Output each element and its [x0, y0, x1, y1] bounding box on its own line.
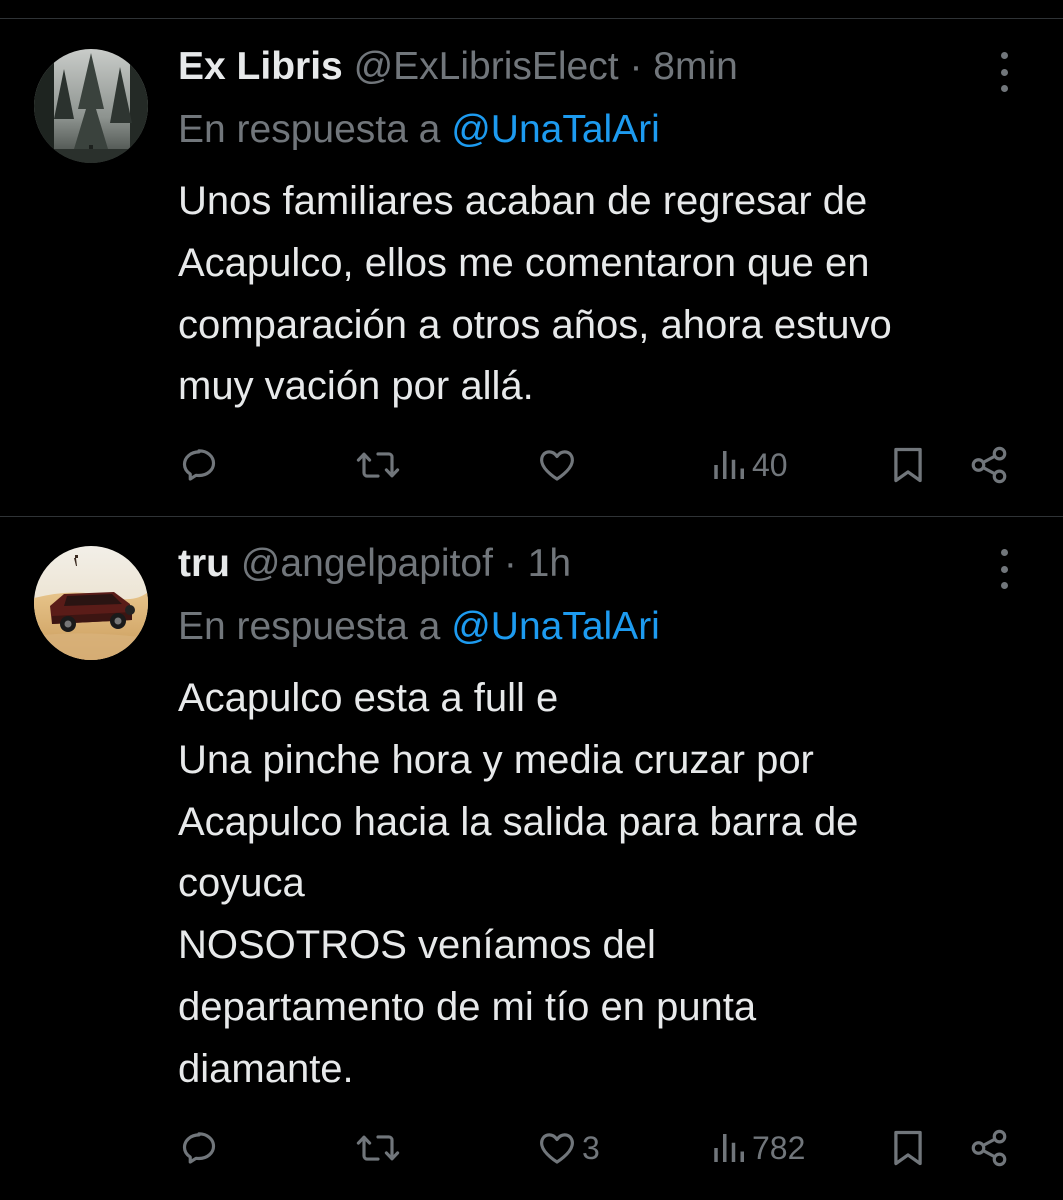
- top-divider: [0, 18, 1063, 19]
- views-count: 40: [752, 446, 788, 483]
- like-count: 3: [582, 1129, 600, 1166]
- like-button[interactable]: 3: [536, 1123, 600, 1173]
- forest-avatar: [34, 49, 148, 163]
- action-bar: 3 782: [0, 1123, 1063, 1173]
- bookmark-icon: [894, 1130, 922, 1166]
- separator-dot: ·: [629, 45, 643, 88]
- tweet-header: tru @angelpapitof · 1h: [178, 541, 571, 587]
- reply-mention-link[interactable]: @UnaTalAri: [451, 108, 660, 151]
- reply-context: En respuesta a @UnaTalAri: [178, 107, 660, 153]
- reply-mention-link[interactable]: @UnaTalAri: [451, 605, 660, 648]
- desert-car-avatar: [34, 546, 148, 660]
- tweet-text-line: Acapulco, ellos me comentaron que en: [178, 240, 870, 285]
- tweet-text-line: diamante.: [178, 1046, 354, 1091]
- tweet-text-line: departamento de mi tío en punta: [178, 984, 757, 1029]
- bookmark-button[interactable]: [889, 1123, 927, 1173]
- reply-prefix: En respuesta a: [178, 108, 441, 151]
- share-button[interactable]: [968, 440, 1010, 490]
- share-icon: [971, 446, 1007, 484]
- reply-context: En respuesta a @UnaTalAri: [178, 604, 660, 650]
- tweet-text-line: Acapulco hacia la salida para barra de: [178, 799, 859, 844]
- tweet-text-line: Unos familiares acaban de regresar de: [178, 179, 868, 223]
- tweet-text-line: NOSOTROS veníamos del: [178, 923, 656, 968]
- tweet-reply[interactable]: tru @angelpapitof · 1h En respuesta a @U…: [0, 517, 1063, 1200]
- tweet-header: Ex Libris @ExLibrisElect · 8min: [178, 44, 738, 90]
- retweet-icon: [356, 1135, 400, 1161]
- views-icon: [714, 1134, 744, 1162]
- user-handle[interactable]: @angelpapitof: [241, 542, 493, 585]
- display-name[interactable]: Ex Libris: [178, 45, 343, 88]
- retweet-button[interactable]: [355, 440, 401, 490]
- timestamp[interactable]: 8min: [653, 45, 738, 88]
- tweet-text-line: muy vación por allá.: [178, 364, 534, 409]
- heart-icon: [540, 1133, 574, 1164]
- views-count: 782: [752, 1129, 806, 1166]
- share-icon: [971, 1129, 1007, 1167]
- more-options-button[interactable]: [989, 52, 1019, 92]
- like-button[interactable]: [536, 440, 582, 490]
- retweet-button[interactable]: [355, 1123, 401, 1173]
- action-bar: 40: [0, 440, 1063, 490]
- user-handle[interactable]: @ExLibrisElect: [354, 45, 619, 88]
- tweet-text: Unos familiares acaban de regresar de Ac…: [178, 171, 1038, 418]
- tweet-text-line: comparación a otros años, ahora estuvo: [178, 302, 892, 347]
- views-button[interactable]: 40: [712, 440, 788, 490]
- tweet-text-line: Acapulco esta a full e: [178, 676, 559, 720]
- tweet-text: Acapulco esta a full e Una pinche hora y…: [178, 668, 1038, 1101]
- bookmark-icon: [894, 447, 922, 483]
- reply-icon: [182, 1132, 216, 1164]
- reply-prefix: En respuesta a: [178, 605, 441, 648]
- display-name[interactable]: tru: [178, 542, 230, 585]
- views-button[interactable]: 782: [712, 1123, 805, 1173]
- timestamp[interactable]: 1h: [528, 542, 571, 585]
- tweet-reply[interactable]: Ex Libris @ExLibrisElect · 8min En respu…: [0, 20, 1063, 516]
- reply-button[interactable]: [178, 1123, 220, 1173]
- reply-icon: [182, 449, 216, 481]
- more-icon: [1000, 549, 1008, 556]
- share-button[interactable]: [968, 1123, 1010, 1173]
- bookmark-button[interactable]: [889, 440, 927, 490]
- avatar[interactable]: [34, 546, 148, 660]
- views-icon: [714, 451, 744, 479]
- heart-icon: [540, 450, 574, 481]
- tweet-text-line: coyuca: [178, 861, 305, 906]
- tweet-text-line: Una pinche hora y media cruzar por: [178, 737, 814, 782]
- more-options-button[interactable]: [989, 549, 1019, 589]
- more-icon: [1000, 52, 1008, 59]
- retweet-icon: [356, 452, 400, 478]
- reply-button[interactable]: [178, 440, 220, 490]
- separator-dot: ·: [503, 542, 517, 585]
- avatar[interactable]: [34, 49, 148, 163]
